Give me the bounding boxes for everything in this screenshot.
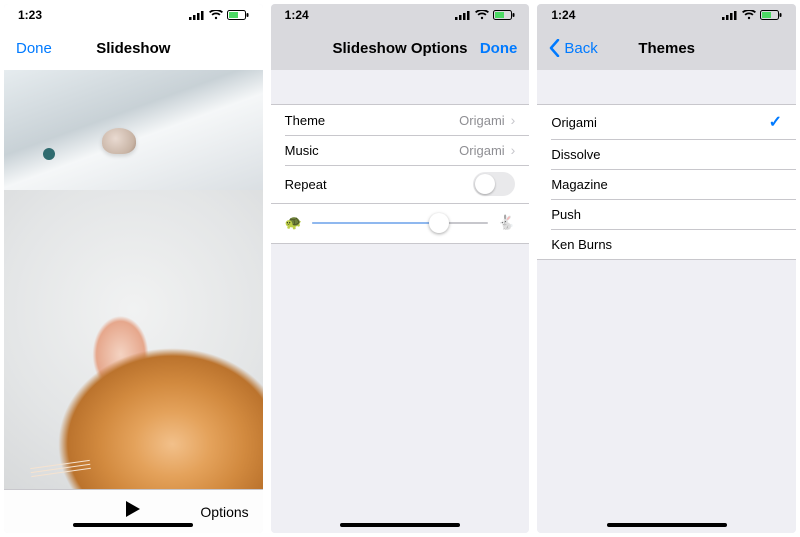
status-icons [455,10,515,20]
theme-label: Origami [551,115,597,130]
status-icons [722,10,782,20]
wifi-icon [209,10,223,20]
play-icon [126,501,140,517]
home-indicator[interactable] [73,523,193,527]
theme-item-dissolve[interactable]: Dissolve [537,139,796,169]
status-bar: 1:24 [271,4,530,26]
home-indicator[interactable] [607,523,727,527]
row-label: Theme [285,113,325,128]
options-table: Theme Origami › Music Origami › Repeat [271,104,530,204]
home-indicator[interactable] [340,523,460,527]
row-label: Music [285,143,319,158]
status-bar: 1:24 [537,4,796,26]
battery-icon [760,10,782,20]
row-value: Origami [459,113,505,128]
back-label: Back [564,40,597,57]
themes-table: Origami ✓ Dissolve Magazine Push Ken Bur… [537,104,796,260]
row-label: Repeat [285,177,327,192]
status-time: 1:24 [285,8,309,22]
row-music[interactable]: Music Origami › [271,135,530,165]
nav-title: Themes [638,40,695,57]
empty-area [537,260,796,533]
nav-bar: Done Slideshow [4,26,263,70]
sheet-spacer [537,70,796,104]
status-time: 1:23 [18,8,42,22]
back-button[interactable]: Back [549,26,597,70]
status-icons [189,10,249,20]
screen-slideshow: 1:23 Done Slideshow Options [4,4,263,533]
slideshow-photo-preview [4,70,263,190]
nav-title: Slideshow Options [333,40,468,57]
chevron-left-icon [549,39,560,57]
theme-item-magazine[interactable]: Magazine [537,169,796,199]
slideshow-photo-current[interactable] [4,190,263,489]
options-button[interactable]: Options [200,504,248,520]
theme-label: Ken Burns [551,237,612,252]
cellular-icon [722,10,738,20]
done-button[interactable]: Done [16,26,52,70]
theme-item-kenburns[interactable]: Ken Burns [537,229,796,259]
theme-label: Magazine [551,177,607,192]
status-bar: 1:23 [4,4,263,26]
chevron-right-icon: › [511,112,516,128]
sheet-nav-bar: Slideshow Options Done [271,26,530,70]
wifi-icon [475,10,489,20]
row-value: Origami [459,143,505,158]
cellular-icon [455,10,471,20]
chevron-right-icon: › [511,142,516,158]
nav-title: Slideshow [96,40,170,57]
sheet-nav-bar: Back Themes [537,26,796,70]
repeat-toggle[interactable] [473,172,515,196]
theme-label: Dissolve [551,147,600,162]
checkmark-icon: ✓ [769,112,782,132]
play-button[interactable] [126,501,140,522]
theme-item-push[interactable]: Push [537,199,796,229]
hare-icon: 🐇 [498,214,515,231]
screen-slideshow-options: 1:24 Slideshow Options Done Theme Origam… [271,4,530,533]
row-repeat: Repeat [271,165,530,203]
empty-area [271,244,530,533]
theme-label: Push [551,207,581,222]
done-button[interactable]: Done [480,26,518,70]
slideshow-body [4,70,263,489]
cellular-icon [189,10,205,20]
battery-icon [493,10,515,20]
screen-themes: 1:24 Back Themes Origami ✓ Dissolve [537,4,796,533]
slider-thumb[interactable] [429,213,449,233]
tortoise-icon: 🐢 [285,214,302,231]
speed-slider-row: 🐢 🐇 [271,204,530,244]
status-time: 1:24 [551,8,575,22]
theme-item-origami[interactable]: Origami ✓ [537,105,796,139]
battery-icon [227,10,249,20]
sheet-spacer [271,70,530,104]
wifi-icon [742,10,756,20]
row-theme[interactable]: Theme Origami › [271,105,530,135]
speed-slider[interactable] [312,222,488,224]
